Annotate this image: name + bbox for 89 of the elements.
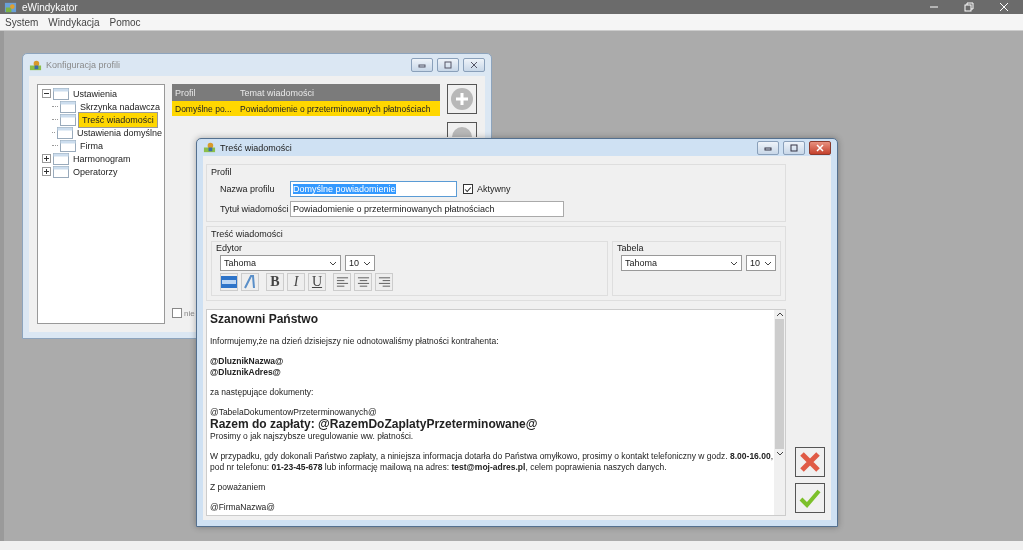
field-label: Nazwa profilu [220,184,276,194]
size-dropdown[interactable]: 10 [345,255,375,271]
caret-icon [363,260,371,266]
message-line: @DluznikAdres@ [210,367,282,378]
align-right-button[interactable] [375,273,393,291]
menu-item[interactable]: Pomoc [109,16,141,28]
tree-item[interactable]: Treść wiadomości [78,111,158,128]
size-dropdown[interactable]: 10 [746,255,776,271]
message-line: @DluznikNazwa@ [210,356,285,367]
bold-button[interactable]: B [266,273,284,291]
cancel-button[interactable] [795,447,825,477]
window-title: Konfiguracja profili [46,60,121,70]
checkbox[interactable] [172,308,182,318]
minimize-button[interactable] [411,58,433,72]
table-row[interactable]: Domyślne po... Powiadomienie o przeterminowanych płatnościach [172,101,440,116]
maximize-icon [789,143,799,152]
confirm-button[interactable] [795,483,825,513]
minimize-icon [417,61,427,69]
tree-item[interactable]: Ustawienia domyślne [74,127,164,138]
style-button[interactable] [241,273,259,291]
add-button[interactable] [447,84,477,114]
menu-item[interactable]: System [5,16,39,28]
tree-item[interactable]: Firma [78,140,105,151]
maximize-button[interactable] [783,140,805,155]
group-title: Profil [211,167,233,177]
window-title: Treść wiadomości [220,142,292,153]
close-button[interactable] [809,140,831,155]
caret-icon [730,260,738,266]
close-icon[interactable] [999,2,1009,12]
close-button[interactable] [463,58,485,72]
html-button[interactable] [220,273,238,291]
tree-item[interactable]: Harmonogram [71,153,133,164]
remove-button[interactable] [447,122,477,137]
checkbox[interactable] [463,184,473,194]
message-line: Z poważaniem [210,482,267,493]
message-line: W przypadku, gdy dokonali Państwo zapłaty, a niniejsza informacja dotarła do Państwa omyłkowo, prosimy o kontakt telefoniczny w godz. 8.00-16.00, [210,451,771,462]
table-cell-text: Domyślne po... [174,103,233,114]
scroll-down-icon [775,451,784,456]
page-icon [60,100,76,113]
page-icon [56,126,73,139]
group-title: Edytor [216,243,243,253]
input-field[interactable]: Powiadomienie o przeterminowanych płatnościach [290,201,564,217]
maximize-icon [443,61,453,69]
message-line: za następujące dokumenty: [210,387,315,398]
tree-item[interactable]: Skrzynka nadawcza [78,101,163,112]
restore-icon[interactable] [964,2,974,12]
expander-icon[interactable] [42,89,51,98]
font-dropdown[interactable]: Tahoma [621,255,742,271]
message-line: @FirmaNazwa@ [210,502,276,513]
message-line: pod nr telefonu: 01-23-45-678 lub informację mailową na adres: test@moj-adres.pl, celem poprawienia naszych danych. [210,462,668,473]
page-icon [60,113,76,126]
checkbox-label: nie [184,308,195,318]
tree-item[interactable]: Ustawienia [71,88,120,99]
group-title: Treść wiadomości [211,229,284,239]
message-line: @TabelaDokumentowPrzeterminowanych@ [210,407,378,418]
page-icon [60,139,76,152]
minimize-button[interactable] [757,140,779,155]
column-header[interactable]: Temat wiadomości [237,87,440,98]
message-line: Szanowni Państwo [210,312,319,327]
window-icon [203,141,216,154]
scrollbar[interactable] [774,310,785,515]
underline-button[interactable]: U [308,273,326,291]
align-center-button[interactable] [354,273,372,291]
italic-button[interactable]: I [287,273,305,291]
caret-icon [764,260,772,266]
caret-icon [329,260,337,266]
folder-icon [53,165,69,178]
message-line: Razem do zapłaty: @RazemDoZaplatyPrzeterminowane@ [210,418,539,431]
align-left-button[interactable] [333,273,351,291]
expander-icon[interactable] [42,154,51,163]
checkbox-label: Aktywny [477,184,511,194]
message-line: Informujemy,że na dzień dzisiejszy nie odnotowaliśmy płatności kontrahenta: [210,336,500,347]
message-line: Prosimy o jak najszybsze uregulowanie ww. płatności. [210,431,415,442]
expander-icon[interactable] [42,167,51,176]
font-dropdown[interactable]: Tahoma [220,255,341,271]
window-icon [29,58,42,72]
app-icon [4,0,17,14]
menu-item[interactable]: Windykacja [48,16,100,28]
tree-item[interactable]: Operatorzy [71,166,120,177]
app-title: eWindykator [22,1,78,13]
folder-icon [53,87,69,100]
close-icon [469,61,479,69]
group-title: Tabela [617,243,645,253]
message-editor[interactable] [206,309,786,516]
close-icon [815,143,825,152]
column-header[interactable]: Profil [172,87,237,98]
table-cell-text: Powiadomienie o przeterminowanych płatnościach [239,103,432,114]
scroll-up-icon [775,312,784,317]
folder-icon [53,152,69,165]
